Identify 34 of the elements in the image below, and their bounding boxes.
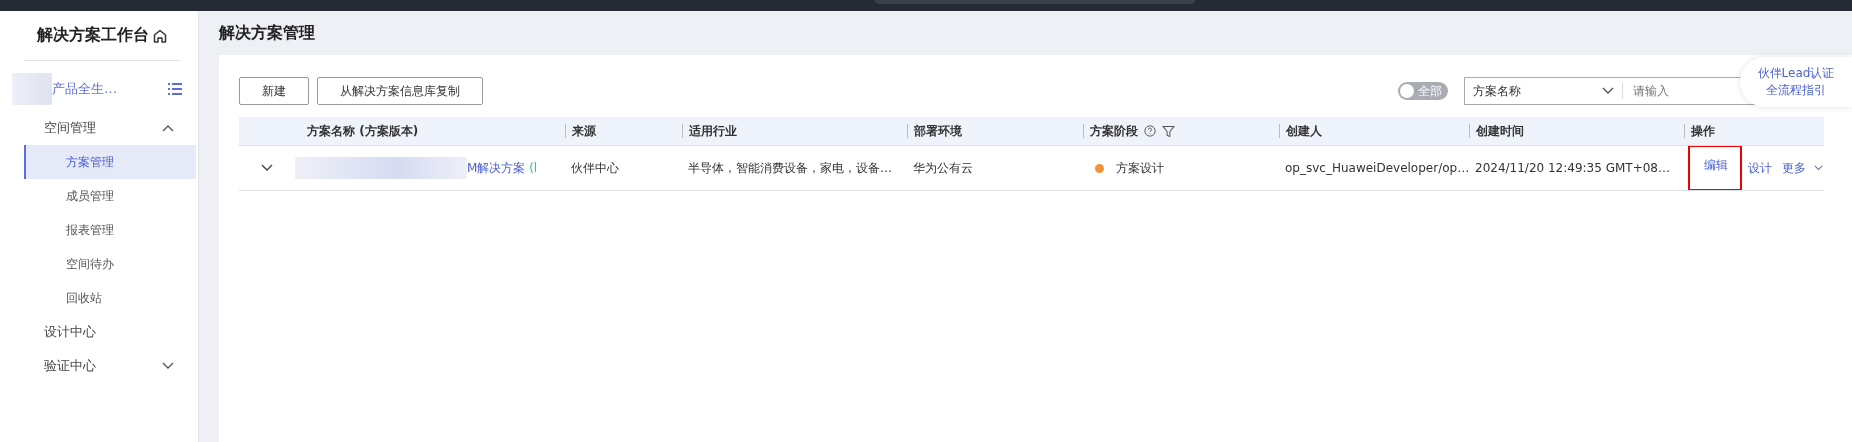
menu-item[interactable]: 成员管理 xyxy=(24,179,196,213)
column-header: 来源 xyxy=(572,124,596,138)
field-select[interactable]: 方案名称 xyxy=(1473,82,1602,100)
sidebar-title: 解决方案工作台 xyxy=(36,25,149,46)
solution-name-link[interactable]: M解决方案 (l xyxy=(467,159,538,177)
table-cell: 伙伴中心 xyxy=(571,159,619,177)
column-header: 创建人 xyxy=(1286,124,1322,138)
table-cell: 2024/11/20 12:49:35 GMT+08… xyxy=(1475,161,1670,175)
column-header: 方案阶段 xyxy=(1090,124,1138,138)
column-header: 方案名称 (方案版本) xyxy=(307,122,419,140)
project-name[interactable]: 产品全生… xyxy=(52,80,168,98)
menu-item[interactable]: 回收站 xyxy=(24,281,196,315)
menu-item[interactable]: 方案管理 xyxy=(24,145,196,179)
table-cell: 方案设计 xyxy=(1116,159,1164,177)
action-link[interactable]: 编辑 xyxy=(1690,147,1740,189)
column-header: 创建时间 xyxy=(1476,124,1524,138)
menu-item[interactable]: 报表管理 xyxy=(24,213,196,247)
table-cell: 华为公有云 xyxy=(913,159,973,177)
table-cell: op_svc_HuaweiDeveloper/op… xyxy=(1285,161,1469,175)
column-header: 操作 xyxy=(1691,124,1715,138)
action-link[interactable]: 设计 xyxy=(1746,155,1774,181)
column-header: 适用行业 xyxy=(689,124,737,138)
page-title: 解决方案管理 xyxy=(219,21,316,44)
menu-group[interactable]: 设计中心 xyxy=(0,315,198,349)
menu-item[interactable]: 空间待办 xyxy=(24,247,196,281)
menu-group[interactable]: 验证中心 xyxy=(0,349,198,383)
guide-tooltip[interactable]: 伙伴Lead认证 全流程指引 xyxy=(1740,57,1852,107)
column-header: 部署环境 xyxy=(914,124,962,138)
more-link[interactable]: 更多 xyxy=(1780,155,1808,181)
toolbar-button[interactable]: 从解决方案信息库复制 xyxy=(317,77,483,105)
toolbar-button[interactable]: 新建 xyxy=(239,77,309,105)
menu-group[interactable]: 空间管理 xyxy=(0,111,198,145)
table-cell: 半导体，智能消费设备，家电，设备… xyxy=(688,159,892,177)
guide-text: 伙伴Lead认证 xyxy=(1757,65,1835,82)
